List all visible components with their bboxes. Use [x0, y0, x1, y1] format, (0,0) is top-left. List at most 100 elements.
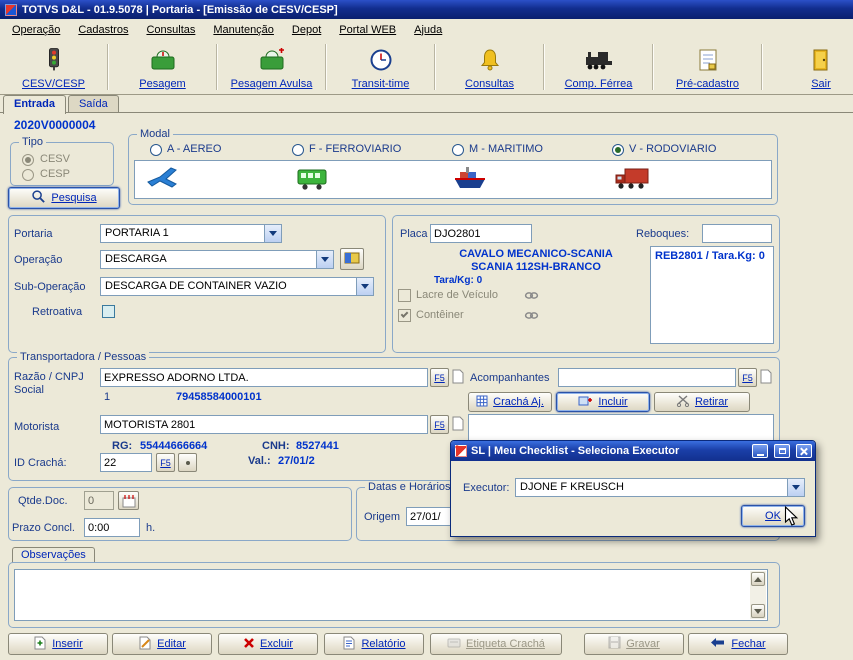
reboques-list[interactable]: REB2801 / Tara.Kg: 0 [650, 246, 774, 344]
radio-cesv[interactable] [22, 154, 34, 166]
scroll-up-icon[interactable] [751, 572, 765, 586]
toolbar-item-cesv-cesp[interactable]: CESV/CESP [0, 41, 107, 93]
gravar-button[interactable]: Gravar [584, 633, 684, 655]
fechar-button[interactable]: Fechar [688, 633, 788, 655]
dialog-title-bar[interactable]: SL | Meu Checklist - Seleciona Executor [451, 441, 815, 461]
acompanhantes-input[interactable] [558, 368, 736, 387]
operacao-catalog-button[interactable] [340, 248, 364, 270]
observacoes-scrollbar[interactable] [750, 571, 766, 619]
tab-entrada[interactable]: Entrada [3, 95, 66, 114]
scroll-down-icon[interactable] [751, 604, 765, 618]
toolbar-item-pesagem[interactable]: Pesagem [109, 41, 216, 93]
razao-social-input[interactable] [100, 368, 428, 387]
menu-item-consultas[interactable]: Consultas [137, 21, 204, 39]
razao-f5-button[interactable]: F5 [430, 368, 449, 387]
dialog-maximize-button[interactable] [774, 444, 790, 458]
observacoes-tab[interactable]: Observações [12, 547, 95, 563]
acompanhantes-f5-button[interactable]: F5 [738, 368, 757, 387]
excluir-button[interactable]: Excluir [218, 633, 318, 655]
radio-modal-maritimo[interactable] [452, 144, 464, 156]
id-cracha-input[interactable] [100, 453, 152, 472]
toolbar-item-consultas[interactable]: Consultas [436, 41, 543, 93]
placa-input[interactable] [430, 224, 532, 243]
editar-button[interactable]: Editar [112, 633, 212, 655]
excluir-label: Excluir [259, 638, 293, 650]
motorista-label: Motorista [14, 421, 60, 433]
menu-item-manutencao[interactable]: Manutenção [204, 21, 283, 39]
prazo-concl-input[interactable] [84, 518, 140, 537]
inserir-button[interactable]: Inserir [8, 633, 108, 655]
toolbar-label: Pré-cadastro [676, 78, 739, 90]
incluir-button[interactable]: Incluir [556, 392, 650, 412]
relatorio-label: Relatório [361, 638, 406, 650]
prazo-suffix-label: h. [146, 522, 156, 534]
dialog-close-button[interactable] [796, 444, 812, 458]
toolbar-item-transit-time[interactable]: Transit-time [327, 41, 434, 93]
portaria-select[interactable]: PORTARIA 1 [100, 224, 282, 243]
chevron-down-icon[interactable] [316, 251, 333, 268]
incluir-label: Incluir [598, 396, 628, 408]
tab-saida[interactable]: Saída [67, 95, 119, 112]
ok-button[interactable]: OK [741, 505, 805, 527]
acompanhantes-doc-icon[interactable] [760, 369, 772, 384]
executor-select[interactable]: DJONE F KREUSCH [515, 478, 805, 497]
id-cracha-label: ID Crachá: [14, 457, 67, 469]
toolbar-item-sair[interactable]: Sair [789, 41, 853, 93]
motorista-doc-icon[interactable] [452, 416, 464, 431]
toolbar-label: Transit-time [351, 78, 410, 90]
lacre-seal-button[interactable] [522, 287, 540, 303]
menu-item-ajuda[interactable]: Ajuda [405, 21, 451, 39]
clock-icon [369, 48, 393, 75]
truck-icon [614, 165, 650, 196]
qtde-doc-input[interactable] [84, 491, 114, 510]
menu-item-depot[interactable]: Depot [283, 21, 330, 39]
retirar-button[interactable]: Retirar [654, 392, 750, 412]
radio-modal-ferroviario[interactable] [292, 144, 304, 156]
chevron-down-icon[interactable] [356, 278, 373, 295]
observacoes-textarea[interactable] [14, 569, 768, 621]
rg-value: 55444666664 [140, 440, 208, 452]
radio-cesp[interactable] [22, 169, 34, 181]
radio-modal-rodoviario[interactable] [612, 144, 624, 156]
conteiner-checkbox[interactable] [398, 309, 411, 322]
operacao-select[interactable]: DESCARGA [100, 250, 334, 269]
cracha-aj-label: Crachá Aj. [493, 396, 544, 408]
lacre-checkbox[interactable] [398, 289, 411, 302]
toolbar-item-comp-ferrea[interactable]: Comp. Férrea [545, 41, 652, 93]
retroativa-checkbox[interactable] [102, 305, 115, 318]
dialog-app-icon [455, 445, 467, 457]
reboques-input[interactable] [702, 224, 772, 243]
menu-item-operacao[interactable]: Operação [3, 21, 69, 39]
report-icon [342, 636, 356, 653]
transportadora-legend: Transportadora / Pessoas [17, 351, 150, 363]
menu-item-portal-web[interactable]: Portal WEB [330, 21, 405, 39]
chevron-down-icon[interactable] [264, 225, 281, 242]
razao-doc-icon[interactable] [452, 369, 464, 384]
toolbar-item-pesagem-avulsa[interactable]: Pesagem Avulsa [218, 41, 325, 93]
radio-modal-aereo[interactable] [150, 144, 162, 156]
back-arrow-icon [710, 637, 726, 652]
etiqueta-cracha-button[interactable]: Etiqueta Crachá [430, 633, 562, 655]
inserir-label: Inserir [52, 638, 83, 650]
catalog-icon [344, 251, 360, 268]
chevron-down-icon[interactable] [787, 479, 804, 496]
cracha-aj-button[interactable]: Crachá Aj. [468, 392, 552, 412]
floppy-disk-icon [608, 636, 621, 652]
document-number: 2020V0000004 [14, 118, 96, 132]
toolbar-item-pre-cadastro[interactable]: Pré-cadastro [654, 41, 761, 93]
relatorio-button[interactable]: Relatório [324, 633, 424, 655]
id-cracha-f5-button[interactable]: F5 [156, 453, 175, 472]
pesquisa-button[interactable]: Pesquisa [8, 187, 120, 209]
dialog-minimize-button[interactable] [752, 444, 768, 458]
editar-label: Editar [157, 638, 186, 650]
sub-operacao-select[interactable]: DESCARGA DE CONTAINER VAZIO [100, 277, 374, 296]
qtde-doc-counter-button[interactable] [118, 491, 139, 510]
vehicle-desc-line1: CAVALO MECANICO-SCANIA [459, 248, 613, 260]
radio-cesv-label: CESV [40, 153, 70, 165]
id-cracha-options-button[interactable] [178, 453, 197, 472]
motorista-f5-button[interactable]: F5 [430, 415, 449, 434]
conteiner-seal-button[interactable] [522, 307, 540, 323]
reboque-list-item[interactable]: REB2801 / Tara.Kg: 0 [651, 247, 773, 265]
menu-item-cadastros[interactable]: Cadastros [69, 21, 137, 39]
motorista-input[interactable] [100, 415, 428, 434]
